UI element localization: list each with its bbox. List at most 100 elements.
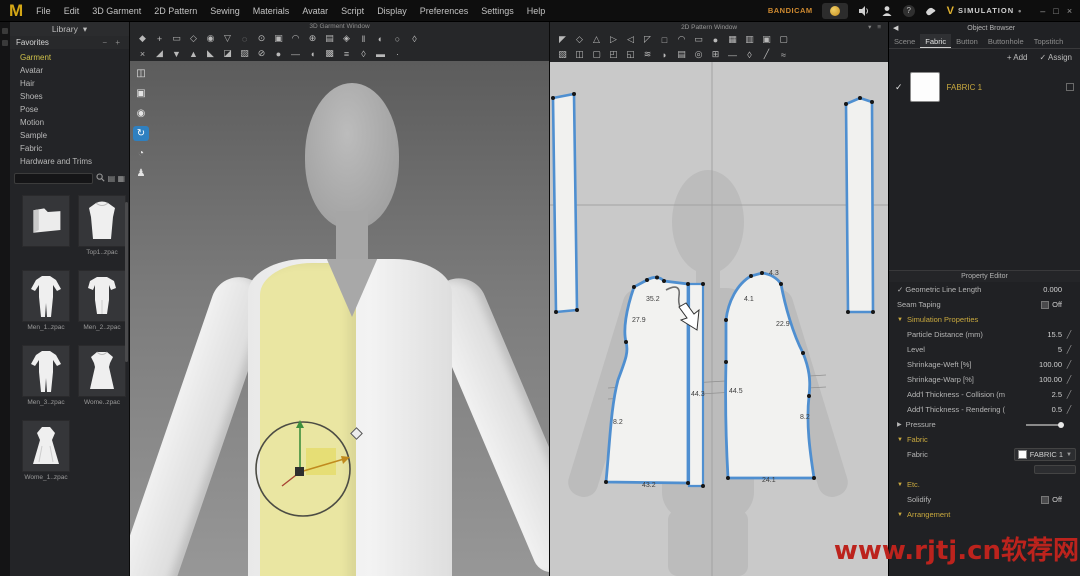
edit-icon[interactable]: ╱ — [1062, 330, 1076, 339]
menu-7[interactable]: Avatar — [302, 6, 328, 16]
3d-tool-icon-b-1[interactable]: × — [136, 49, 149, 59]
menu-11[interactable]: Settings — [481, 6, 514, 16]
menu-3[interactable]: 3D Garment — [92, 6, 141, 16]
3d-tool-icon-b-6[interactable]: ◪ — [221, 48, 234, 59]
3d-tool-icon-10[interactable]: ◠ — [289, 33, 302, 44]
3d-tool-icon-9[interactable]: ▣ — [272, 33, 285, 44]
minimize-button[interactable]: – — [1040, 6, 1045, 16]
2d-tool-icon-b-3[interactable]: ▢ — [590, 49, 603, 60]
2d-tool-icon-b-4[interactable]: ◰ — [607, 49, 620, 60]
2d-tool-icon-7[interactable]: □ — [658, 35, 671, 45]
pattern-piece-back[interactable] — [604, 276, 705, 489]
tab-4[interactable]: Buttonhole — [983, 34, 1029, 48]
3d-tool-icon-b-11[interactable]: ◖ — [306, 49, 319, 59]
2d-tool-icon-14[interactable]: ▢ — [777, 34, 790, 45]
2d-window-menu-icons[interactable]: ▾ ≡ — [868, 23, 888, 31]
sidebar-item-avatar[interactable]: Avatar — [20, 64, 129, 77]
2d-pattern-canvas[interactable]: 35.2 27.9 44.3 44.5 8.2 8.2 22.9 24.1 43… — [550, 62, 888, 576]
3d-tool-icon-1[interactable]: ◆ — [136, 33, 149, 44]
library-scrollbar[interactable] — [125, 202, 128, 362]
2d-tool-icon-b-8[interactable]: ▤ — [675, 49, 688, 60]
3d-tool-icon-b-14[interactable]: ◊ — [357, 49, 370, 59]
2d-tool-icon-4[interactable]: ▷ — [607, 34, 620, 45]
2d-tool-icon-10[interactable]: ● — [709, 35, 722, 45]
simulation-toggle[interactable]: V SIMULATION • — [947, 5, 1022, 17]
thumbnail-garment[interactable]: Wome_1..zpac — [22, 420, 70, 481]
3d-tool-icon-b-8[interactable]: ⊘ — [255, 48, 268, 59]
3d-tool-icon-11[interactable]: ⊕ — [306, 33, 319, 44]
gesture-icon[interactable] — [924, 4, 938, 18]
edit-icon[interactable]: ╱ — [1062, 405, 1076, 414]
pattern-piece-side-right[interactable] — [844, 96, 875, 314]
edit-icon[interactable]: ╱ — [1062, 345, 1076, 354]
3d-tool-icon-b-5[interactable]: ◣ — [204, 48, 217, 59]
2d-tool-icon-8[interactable]: ◠ — [675, 34, 688, 45]
assign-fabric-button[interactable]: ✓ Assign — [1040, 53, 1073, 62]
fabric-list-item[interactable]: ✓ FABRIC 1 — [889, 66, 1080, 108]
tab-1[interactable]: Scene — [889, 34, 920, 48]
thumbnail-garment[interactable]: Men_3..zpac — [22, 345, 70, 406]
2d-tool-icon-b-7[interactable]: ◗ — [658, 50, 671, 60]
2d-tool-icon-b-9[interactable]: ◎ — [692, 49, 705, 60]
menu-4[interactable]: 2D Pattern — [154, 6, 197, 16]
3d-tool-icon-b-12[interactable]: ▩ — [323, 48, 336, 59]
pattern-piece-side-left[interactable] — [551, 92, 579, 314]
thumbnail-garment[interactable]: Wome..zpac — [78, 345, 126, 406]
3d-tool-icon-13[interactable]: ◈ — [340, 33, 353, 44]
3d-tool-icon-b-2[interactable]: ◢ — [153, 48, 166, 59]
3d-tool-icon-5[interactable]: ◉ — [204, 33, 217, 44]
solidify-toggle[interactable]: Off — [1041, 495, 1062, 504]
pressure-slider[interactable] — [1026, 424, 1062, 426]
2d-tool-icon-b-13[interactable]: ╱ — [760, 49, 773, 60]
menu-10[interactable]: Preferences — [420, 6, 469, 16]
3d-tool-icon-b-3[interactable]: ▼ — [170, 49, 183, 59]
section-etc[interactable]: ▼Etc. — [889, 477, 1080, 492]
edit-icon[interactable]: ╱ — [1062, 360, 1076, 369]
3d-tool-icon-3[interactable]: ▭ — [170, 33, 183, 44]
menu-2[interactable]: Edit — [64, 6, 80, 16]
3d-tool-icon-16[interactable]: ○ — [391, 34, 404, 44]
sidebar-item-shoes[interactable]: Shoes — [20, 90, 129, 103]
edit-icon[interactable]: ╱ — [1062, 375, 1076, 384]
2d-tool-icon-b-6[interactable]: ≋ — [641, 49, 654, 60]
3d-tool-icon-6[interactable]: ▽ — [221, 33, 234, 44]
3d-view-toggle-5[interactable]: ◔ — [133, 146, 149, 161]
sidebar-item-hardware-and-trims[interactable]: Hardware and Trims — [20, 155, 129, 168]
maximize-button[interactable]: □ — [1053, 6, 1058, 16]
3d-view-toggle-2[interactable]: ▣ — [133, 86, 149, 101]
3d-view-toggle-3[interactable]: ◉ — [133, 106, 149, 121]
3d-tool-icon-b-10[interactable]: — — [289, 49, 302, 59]
2d-tool-icon-2[interactable]: ◇ — [573, 34, 586, 45]
2d-tool-icon-9[interactable]: ▭ — [692, 34, 705, 45]
fabric-more-icon[interactable] — [1066, 83, 1074, 91]
3d-view-toggle-4[interactable]: ↻ — [133, 126, 149, 141]
sidebar-item-motion[interactable]: Motion — [20, 116, 129, 129]
fabric-dropdown[interactable]: FABRIC 1▼ — [1014, 448, 1076, 461]
3d-tool-icon-8[interactable]: ⊙ — [255, 33, 268, 44]
2d-tool-icon-b-5[interactable]: ◱ — [624, 49, 637, 60]
library-header[interactable]: Library ▾ — [10, 22, 129, 36]
3d-tool-icon-b-13[interactable]: ≡ — [340, 49, 353, 59]
section-fabric[interactable]: ▼Fabric — [889, 432, 1080, 447]
pattern-piece-front[interactable] — [724, 271, 816, 480]
3d-tool-icon-15[interactable]: ◐ — [374, 34, 387, 44]
add-fabric-button[interactable]: + Add — [1007, 53, 1028, 62]
section-arrangement[interactable]: ▼Arrangement — [889, 507, 1080, 522]
view-options-icons[interactable]: ▤ ▦ — [108, 174, 125, 183]
sidebar-item-fabric[interactable]: Fabric — [20, 142, 129, 155]
favorites-actions[interactable]: − + — [102, 38, 123, 47]
2d-tool-icon-b-1[interactable]: ▧ — [556, 49, 569, 60]
speaker-icon[interactable] — [857, 4, 871, 18]
help-icon[interactable]: ? — [903, 5, 915, 17]
user-icon[interactable] — [880, 4, 894, 18]
2d-tool-icon-11[interactable]: ▦ — [726, 34, 739, 45]
sidebar-item-pose[interactable]: Pose — [20, 103, 129, 116]
thumbnail-garment[interactable]: Top1..zpac — [78, 195, 126, 256]
3d-view-toggle-6[interactable]: ♟ — [133, 166, 149, 181]
3d-tool-icon-b-15[interactable]: ▬ — [374, 49, 387, 59]
menu-12[interactable]: Help — [527, 6, 546, 16]
search-icon[interactable] — [96, 173, 105, 184]
edit-icon[interactable]: ╱ — [1062, 390, 1076, 399]
menu-1[interactable]: File — [36, 6, 51, 16]
2d-tool-icon-b-11[interactable]: — — [726, 50, 739, 60]
